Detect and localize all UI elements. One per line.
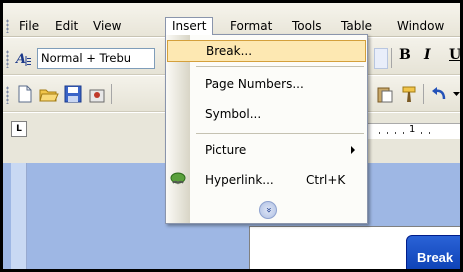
menubar-grip[interactable] — [6, 19, 9, 33]
style-select[interactable]: Normal + Trebu — [37, 48, 155, 69]
save-icon[interactable] — [63, 84, 83, 104]
menu-item-break-label: Break... — [206, 44, 253, 58]
paste-icon[interactable] — [375, 84, 395, 104]
menu-insert-label: Insert — [172, 19, 207, 33]
italic-button[interactable]: I — [424, 47, 431, 63]
toolbar-separator — [111, 84, 112, 104]
bold-button[interactable]: B — [399, 47, 411, 63]
break-dialog-title: Break — [417, 250, 454, 265]
font-size-dropdown-arrow[interactable] — [374, 48, 388, 69]
new-document-icon[interactable] — [15, 84, 35, 104]
menu-file[interactable]: File — [13, 17, 45, 35]
app-window: File Edit View Insert Format Tools Table… — [0, 0, 463, 272]
menu-format[interactable]: Format — [224, 17, 278, 35]
menu-item-page-numbers[interactable]: Page Numbers... — [167, 73, 366, 95]
vertical-ruler[interactable] — [11, 163, 27, 269]
menu-item-symbol[interactable]: Symbol... — [167, 103, 366, 125]
menu-table[interactable]: Table — [335, 17, 378, 35]
menu-insert[interactable]: Insert — [165, 17, 214, 35]
menu-format-label: Format — [230, 19, 273, 33]
menu-item-symbol-label: Symbol... — [205, 107, 262, 121]
menu-item-hyperlink-label: Hyperlink... — [205, 173, 274, 187]
ruler-mark-label: 1 — [409, 124, 416, 135]
insert-menu-dropdown: Break... Page Numbers... Symbol... Pictu… — [165, 34, 368, 224]
menu-item-picture-label: Picture — [205, 143, 247, 157]
styles-and-formatting-icon[interactable]: A — [15, 50, 33, 68]
tab-selector[interactable]: L — [11, 121, 27, 137]
permission-icon[interactable] — [87, 84, 107, 104]
menu-item-page-numbers-label: Page Numbers... — [205, 77, 304, 91]
menu-separator — [196, 66, 364, 67]
horizontal-ruler[interactable]: 1 — [363, 123, 460, 139]
menu-edit[interactable]: Edit — [49, 17, 84, 35]
undo-dropdown-arrow-icon[interactable] — [453, 92, 461, 98]
underline-button[interactable]: U — [449, 47, 460, 63]
style-select-value: Normal + Trebu — [41, 51, 132, 65]
chevrons-down-icon[interactable]: » — [259, 201, 277, 219]
menu-file-label: File — [19, 19, 40, 33]
menu-window-label: Window — [397, 19, 445, 33]
format-painter-icon[interactable] — [399, 84, 419, 104]
menu-separator — [196, 133, 364, 134]
menu-bar: File Edit View Insert Format Tools Table… — [3, 3, 460, 37]
menu-window[interactable]: Window — [391, 17, 450, 35]
standard-toolbar-grip[interactable] — [6, 86, 9, 104]
menu-item-picture[interactable]: Picture — [167, 139, 366, 161]
formatting-toolbar-grip[interactable] — [6, 50, 9, 68]
break-dialog-titlebar[interactable]: Break — [406, 235, 460, 269]
menu-item-hyperlink[interactable]: Hyperlink... Ctrl+K — [167, 169, 366, 191]
menu-view[interactable]: View — [87, 17, 127, 35]
menu-tools[interactable]: Tools — [286, 17, 328, 35]
menu-view-label: View — [93, 19, 122, 33]
undo-icon[interactable] — [429, 84, 449, 104]
menu-table-label: Table — [341, 19, 373, 33]
menu-edit-label: Edit — [55, 19, 79, 33]
menu-item-hyperlink-shortcut: Ctrl+K — [306, 173, 346, 187]
toolbar-separator — [423, 84, 424, 104]
toolbar-separator — [391, 48, 392, 68]
open-folder-icon[interactable] — [39, 84, 59, 104]
svg-text:A: A — [15, 52, 26, 67]
menu-tools-label: Tools — [292, 19, 322, 33]
submenu-arrow-icon — [351, 146, 355, 154]
hyperlink-icon — [170, 172, 186, 185]
menu-item-break[interactable]: Break... — [167, 40, 366, 62]
menu-icon-gutter — [166, 35, 190, 223]
